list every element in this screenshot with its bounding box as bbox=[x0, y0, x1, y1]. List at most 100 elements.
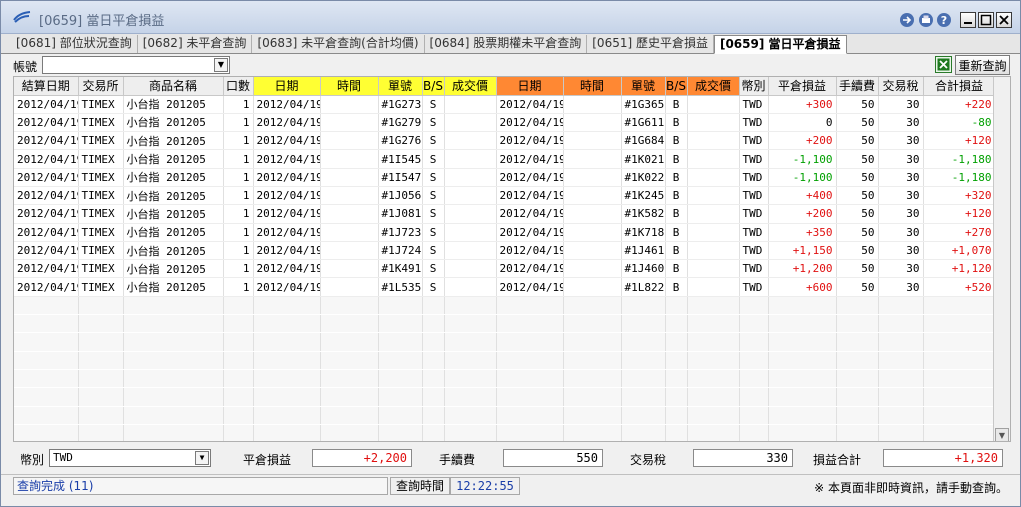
table-row[interactable]: 2012/04/19 TIMEX 小台指 201205 1 2012/04/19 #1G2… bbox=[14, 131, 996, 151]
excel-export-button[interactable] bbox=[935, 56, 952, 73]
tab-0659[interactable]: [0659] 當日平倉損益 bbox=[713, 35, 847, 54]
table-cell: TWD bbox=[739, 186, 769, 206]
table-row[interactable]: 2012/04/19 TIMEX 小台指 201205 1 2012/04/19 #1G2… bbox=[14, 95, 996, 114]
table-row[interactable]: 2012/04/19 TIMEX 小台指 201205 1 2012/04/19 #1I5… bbox=[14, 149, 996, 169]
currency-select[interactable]: TWD ▼ bbox=[49, 449, 211, 467]
table-row[interactable]: 2012/04/19 TIMEX 小台指 201205 1 2012/04/19 #1J7… bbox=[14, 241, 996, 261]
col-header[interactable]: 成交價 bbox=[687, 77, 740, 96]
empty-cell bbox=[378, 314, 423, 334]
help-icon[interactable]: ? bbox=[936, 12, 952, 28]
empty-cell bbox=[320, 369, 379, 389]
table-cell: 2012/04/19 bbox=[253, 131, 321, 151]
empty-cell bbox=[496, 332, 564, 352]
chevron-down-icon[interactable]: ▼ bbox=[214, 58, 228, 72]
table-cell: 50 bbox=[836, 259, 879, 279]
table-row[interactable]: 2012/04/19 TIMEX 小台指 201205 1 2012/04/19 #1G2… bbox=[14, 113, 996, 133]
empty-cell bbox=[422, 332, 445, 352]
table-cell: 2012/04/19 bbox=[253, 113, 321, 133]
table-cell: 小台指 201205 bbox=[123, 131, 224, 151]
scroll-down-icon[interactable]: ▼ bbox=[995, 428, 1009, 441]
empty-cell bbox=[739, 296, 769, 316]
empty-cell bbox=[422, 296, 445, 316]
table-cell: 30 bbox=[878, 186, 924, 206]
table-row[interactable]: 2012/04/19 TIMEX 小台指 201205 1 2012/04/19 #1I5… bbox=[14, 168, 996, 187]
maximize-button[interactable] bbox=[978, 12, 994, 28]
table-cell bbox=[687, 223, 740, 242]
col-header[interactable]: 合計損益 bbox=[923, 77, 996, 96]
account-select[interactable]: ▼ bbox=[42, 56, 230, 74]
empty-cell bbox=[496, 406, 564, 425]
table-cell: +1,120 bbox=[923, 259, 996, 279]
empty-cell bbox=[378, 406, 423, 425]
minimize-icon bbox=[964, 22, 972, 24]
table-cell: 2012/04/19 bbox=[14, 204, 79, 224]
window-title: [0659] 當日平倉損益 bbox=[39, 14, 165, 29]
tab-0651[interactable]: [0651] 歷史平倉損益 bbox=[587, 35, 714, 53]
tab-0684[interactable]: [0684] 股票期權未平倉查詢 bbox=[425, 35, 588, 53]
tab-0681[interactable]: [0681] 部位狀況查詢 bbox=[11, 35, 138, 53]
empty-cell bbox=[320, 424, 379, 441]
table-cell bbox=[320, 113, 379, 133]
table-row[interactable]: 2012/04/19 TIMEX 小台指 201205 1 2012/04/19 #1J0… bbox=[14, 186, 996, 206]
table-cell: 2012/04/19 bbox=[14, 168, 79, 187]
table-cell: +120 bbox=[923, 131, 996, 151]
table-cell: 小台指 201205 bbox=[123, 277, 224, 297]
empty-cell bbox=[14, 387, 79, 407]
col-header[interactable]: 結算日期 bbox=[14, 77, 79, 96]
col-header[interactable]: 平倉損益 bbox=[768, 77, 837, 96]
app-window: [0659] 當日平倉損益 ? [0681] 部位狀況查詢 [0682] 未平倉… bbox=[0, 0, 1021, 507]
export-icon[interactable] bbox=[899, 12, 915, 28]
refresh-query-button[interactable]: 重新查詢 bbox=[955, 55, 1010, 75]
col-header[interactable]: 交易稅 bbox=[878, 77, 924, 96]
table-cell: +1,070 bbox=[923, 241, 996, 261]
print-icon[interactable] bbox=[918, 12, 934, 28]
tab-0683[interactable]: [0683] 未平倉查詢(合計均價) bbox=[252, 35, 425, 53]
col-header[interactable]: B/S bbox=[422, 77, 445, 96]
table-row[interactable]: 2012/04/19 TIMEX 小台指 201205 1 2012/04/19 #1J7… bbox=[14, 223, 996, 242]
col-header[interactable]: 時間 bbox=[563, 77, 622, 96]
tab-0682[interactable]: [0682] 未平倉查詢 bbox=[138, 35, 253, 53]
empty-cell bbox=[739, 332, 769, 352]
empty-cell bbox=[739, 424, 769, 441]
col-header[interactable]: 商品名稱 bbox=[123, 77, 224, 96]
table-cell: +200 bbox=[768, 131, 837, 151]
chevron-down-icon[interactable]: ▼ bbox=[195, 451, 209, 465]
table-cell: 2012/04/19 bbox=[14, 259, 79, 279]
empty-cell bbox=[320, 314, 379, 334]
col-header[interactable]: 單號 bbox=[621, 77, 666, 96]
table-row[interactable]: 2012/04/19 TIMEX 小台指 201205 1 2012/04/19 #1J0… bbox=[14, 204, 996, 224]
table-row[interactable]: 2012/04/19 TIMEX 小台指 201205 1 2012/04/19 #1K4… bbox=[14, 259, 996, 279]
col-header[interactable]: 時間 bbox=[320, 77, 379, 96]
col-header[interactable]: B/S bbox=[665, 77, 688, 96]
empty-cell bbox=[14, 314, 79, 334]
col-header[interactable]: 交易所 bbox=[78, 77, 124, 96]
empty-cell bbox=[621, 387, 666, 407]
table-cell: 30 bbox=[878, 95, 924, 114]
empty-cell bbox=[923, 314, 996, 334]
empty-cell bbox=[444, 332, 497, 352]
col-header[interactable]: 單號 bbox=[378, 77, 423, 96]
table-cell: 2012/04/19 bbox=[253, 277, 321, 297]
col-header[interactable]: 成交價 bbox=[444, 77, 497, 96]
empty-cell bbox=[563, 296, 622, 316]
table-cell: +400 bbox=[768, 186, 837, 206]
table-cell: TIMEX bbox=[78, 223, 124, 242]
col-header[interactable]: 手續費 bbox=[836, 77, 879, 96]
empty-cell bbox=[378, 369, 423, 389]
title-bar: [0659] 當日平倉損益 ? bbox=[1, 1, 1020, 34]
col-header[interactable]: 口數 bbox=[223, 77, 254, 96]
minimize-button[interactable] bbox=[960, 12, 976, 28]
table-cell: #1G365 bbox=[621, 95, 666, 114]
table-cell: B bbox=[665, 259, 688, 279]
empty-cell bbox=[621, 424, 666, 441]
vertical-scrollbar[interactable]: ▼ bbox=[993, 77, 1010, 441]
col-header[interactable]: 幣別 bbox=[739, 77, 769, 96]
table-row[interactable]: 2012/04/19 TIMEX 小台指 201205 1 2012/04/19 #1L5… bbox=[14, 277, 996, 297]
empty-cell bbox=[78, 296, 124, 316]
table-cell: 2012/04/19 bbox=[496, 259, 564, 279]
empty-cell bbox=[422, 424, 445, 441]
close-button[interactable] bbox=[996, 12, 1012, 28]
col-header[interactable]: 日期 bbox=[496, 77, 564, 96]
col-header[interactable]: 日期 bbox=[253, 77, 321, 96]
table-cell: 2012/04/19 bbox=[14, 95, 79, 114]
